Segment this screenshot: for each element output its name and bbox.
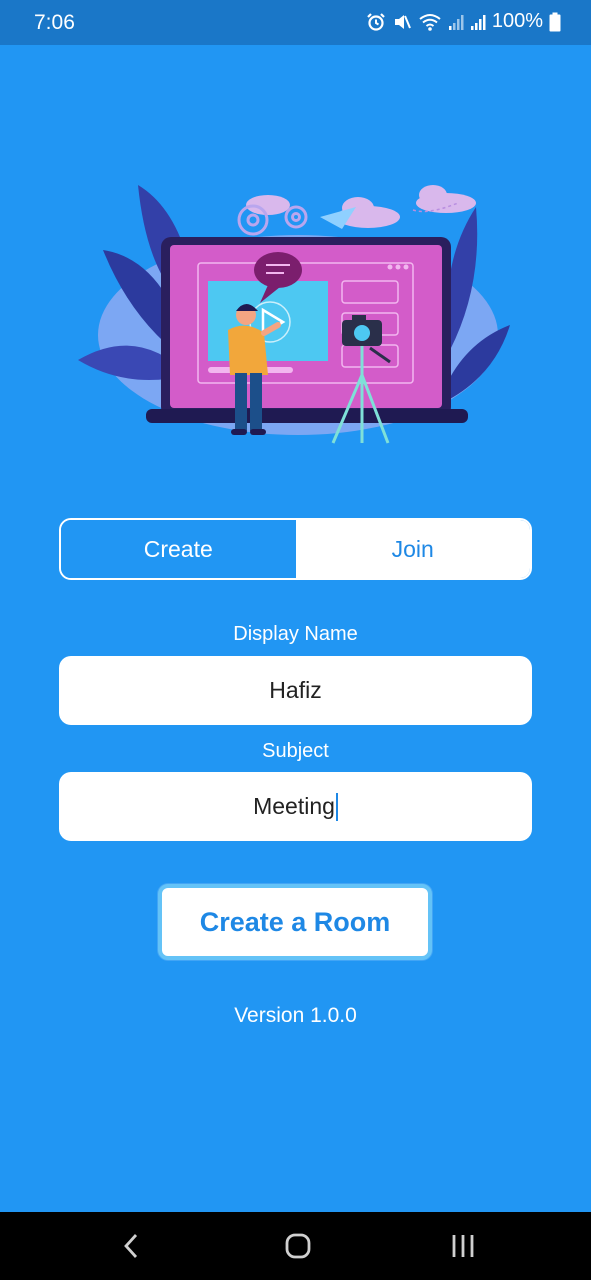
subject-value: Meeting <box>253 793 335 819</box>
status-bar: 7:06 100% <box>0 0 591 45</box>
status-time: 7:06 <box>34 11 75 34</box>
alarm-icon <box>367 12 385 31</box>
signal-icon <box>448 14 464 30</box>
mute-icon <box>394 14 411 29</box>
status-icons: 100% <box>366 10 561 33</box>
create-join-toggle: Create Join <box>59 518 532 580</box>
display-name-label: Display Name <box>233 623 358 645</box>
display-name-value: Hafiz <box>269 677 322 703</box>
battery-icon <box>549 12 561 31</box>
video-conference-illustration <box>78 185 510 444</box>
version-text: Version 1.0.0 <box>234 1004 357 1027</box>
battery-percentage: 100% <box>491 10 543 32</box>
subject-field[interactable]: Meeting <box>59 772 532 841</box>
display-name-field[interactable]: Hafiz <box>59 656 532 725</box>
home-icon[interactable] <box>284 1232 312 1260</box>
recents-icon[interactable] <box>450 1232 476 1260</box>
tab-join[interactable]: Join <box>295 520 530 578</box>
create-room-button[interactable]: Create a Room <box>158 884 432 960</box>
cloud-icon <box>246 185 476 228</box>
subject-label: Subject <box>262 740 329 762</box>
tab-create[interactable]: Create <box>61 520 296 578</box>
navigation-bar <box>0 1212 591 1280</box>
back-icon[interactable] <box>120 1232 144 1260</box>
wifi-icon <box>419 13 441 31</box>
signal-icon <box>470 14 486 30</box>
text-cursor <box>335 792 338 821</box>
